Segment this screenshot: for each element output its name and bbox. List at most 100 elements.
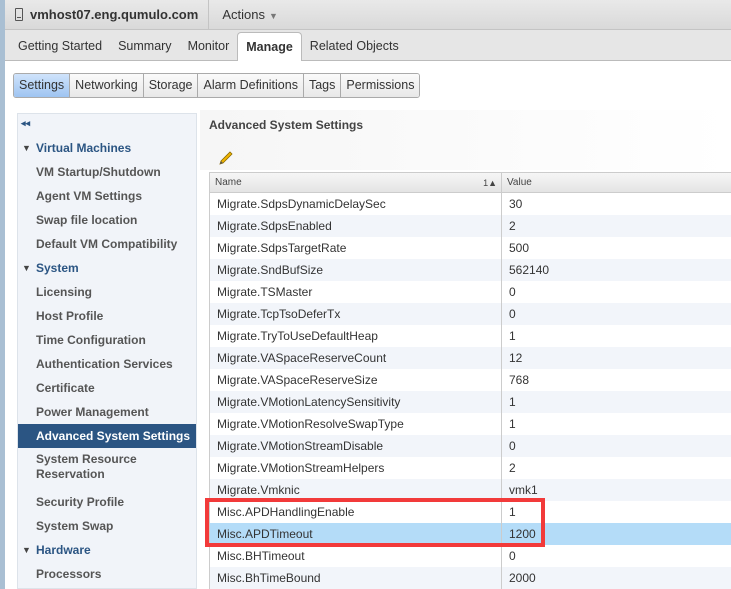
- sidebar-item-time-configuration[interactable]: Time Configuration: [18, 328, 196, 352]
- setting-value: 2: [509, 461, 516, 475]
- sidebar-item-label: Security Profile: [36, 495, 125, 509]
- table-row[interactable]: Migrate.VMotionStreamHelpers 2: [209, 457, 731, 479]
- sidebar-group-system[interactable]: ▼ System: [18, 256, 196, 280]
- subtab-tags[interactable]: Tags: [303, 74, 342, 97]
- expand-triangle-icon[interactable]: ▼: [22, 136, 31, 160]
- settings-subtabs: Settings Networking Storage Alarm Definitio…: [13, 73, 421, 98]
- sidebar-group-hardware[interactable]: ▼ Hardware: [18, 538, 196, 562]
- table-row[interactable]: Migrate.TryToUseDefaultHeap 1: [209, 325, 731, 347]
- sidebar-item-label: Power Management: [36, 405, 149, 419]
- main-tabs: Getting Started Summary Monitor Manage Relat…: [5, 30, 731, 61]
- table-row[interactable]: Misc.BhTimeBound 2000: [209, 567, 731, 589]
- setting-name: Migrate.SdpsEnabled: [210, 215, 502, 237]
- actions-menu[interactable]: Actions ▼: [209, 7, 278, 22]
- sidebar-item-host-profile[interactable]: Host Profile: [18, 304, 196, 328]
- column-header-name[interactable]: Name 1▲: [210, 173, 502, 192]
- edit-pencil-icon[interactable]: [218, 150, 234, 166]
- host-icon: [15, 8, 23, 21]
- table-row[interactable]: Migrate.SndBufSize 562140: [209, 259, 731, 281]
- sidebar-group-virtual-machines[interactable]: ▼ Virtual Machines: [18, 136, 196, 160]
- setting-name: Migrate.VASpaceReserveCount: [210, 347, 502, 369]
- sidebar-item-licensing[interactable]: Licensing: [18, 280, 196, 304]
- panel-title: Advanced System Settings: [209, 118, 364, 132]
- table-row[interactable]: Migrate.SdpsDynamicDelaySec 30: [209, 193, 731, 215]
- sidebar-item-system-swap[interactable]: System Swap: [18, 514, 196, 538]
- chevron-down-icon: ▼: [268, 11, 278, 21]
- sidebar-item-label: Time Configuration: [36, 333, 146, 347]
- sidebar-item-certificate[interactable]: Certificate: [18, 376, 196, 400]
- sidebar-item-system-resource-reservation[interactable]: System Resource Reservation: [18, 448, 196, 486]
- subtab-networking[interactable]: Networking: [70, 74, 144, 97]
- highlight-annotation-box: [205, 498, 545, 547]
- tab-summary[interactable]: Summary: [110, 32, 179, 60]
- setting-name: Migrate.TryToUseDefaultHeap: [210, 325, 502, 347]
- expand-triangle-icon[interactable]: ▼: [22, 538, 31, 562]
- sidebar-item-label: Advanced System Settings: [36, 429, 191, 443]
- setting-value: 0: [509, 307, 516, 321]
- table-row[interactable]: Migrate.TcpTsoDeferTx 0: [209, 303, 731, 325]
- setting-value: 500: [509, 241, 530, 255]
- sidebar-item-label: Hardware: [36, 543, 91, 557]
- setting-name: Misc.BhTimeBound: [210, 567, 502, 589]
- sidebar-item-advanced-system-settings[interactable]: Advanced System Settings: [18, 424, 196, 448]
- table-row[interactable]: Migrate.VMotionStreamDisable 0: [209, 435, 731, 457]
- sidebar-item-swap-file-location[interactable]: Swap file location: [18, 208, 196, 232]
- table-row[interactable]: Migrate.VASpaceReserveSize 768: [209, 369, 731, 391]
- actions-label: Actions: [222, 7, 265, 22]
- host-name: vmhost07.eng.qumulo.com: [30, 7, 199, 22]
- table-header: Name 1▲ Value: [209, 172, 731, 193]
- setting-name: Migrate.SdpsDynamicDelaySec: [210, 193, 502, 215]
- table-row[interactable]: Migrate.SdpsTargetRate 500: [209, 237, 731, 259]
- sidebar-item-label: Authentication Services: [36, 357, 173, 371]
- subtab-storage[interactable]: Storage: [143, 74, 199, 97]
- sidebar-item-label: Virtual Machines: [36, 141, 132, 155]
- setting-value: 12: [509, 351, 523, 365]
- sidebar-item-processors[interactable]: Processors: [18, 562, 196, 586]
- setting-name: Migrate.TcpTsoDeferTx: [210, 303, 502, 325]
- collapse-sidebar-icon[interactable]: ◂◂: [21, 118, 30, 129]
- expand-triangle-icon[interactable]: ▼: [22, 256, 31, 280]
- settings-sidebar: ◂◂ ▼ Virtual Machines VM Startup/Shutdown A…: [17, 113, 197, 589]
- setting-value: 768: [509, 373, 530, 387]
- setting-value: 562140: [509, 263, 550, 277]
- tab-related-objects[interactable]: Related Objects: [302, 32, 407, 60]
- sidebar-item-label: System Swap: [36, 519, 114, 533]
- sidebar-item-label: Default VM Compatibility: [36, 237, 178, 251]
- table-row[interactable]: Migrate.SdpsEnabled 2: [209, 215, 731, 237]
- setting-name: Misc.BHTimeout: [210, 545, 502, 567]
- setting-name: Migrate.TSMaster: [210, 281, 502, 303]
- setting-value: 2: [509, 219, 516, 233]
- tab-monitor[interactable]: Monitor: [180, 32, 238, 60]
- column-header-value[interactable]: Value: [502, 173, 532, 192]
- sidebar-item-power-management[interactable]: Power Management: [18, 400, 196, 424]
- sidebar-item-authentication-services[interactable]: Authentication Services: [18, 352, 196, 376]
- table-row[interactable]: Migrate.TSMaster 0: [209, 281, 731, 303]
- table-row[interactable]: Migrate.VASpaceReserveCount 12: [209, 347, 731, 369]
- subtab-settings[interactable]: Settings: [14, 74, 71, 97]
- sidebar-item-default-vm-compatibility[interactable]: Default VM Compatibility: [18, 232, 196, 256]
- sidebar-item-security-profile[interactable]: Security Profile: [18, 490, 196, 514]
- setting-name: Migrate.VMotionStreamDisable: [210, 435, 502, 457]
- setting-value: 0: [509, 549, 516, 563]
- sidebar-item-label: Certificate: [36, 381, 95, 395]
- table-row[interactable]: Migrate.VMotionResolveSwapType 1: [209, 413, 731, 435]
- setting-name: Migrate.VMotionLatencySensitivity: [210, 391, 502, 413]
- setting-value: 1: [509, 329, 516, 343]
- subtab-alarm-definitions[interactable]: Alarm Definitions: [198, 74, 304, 97]
- setting-name: Migrate.SdpsTargetRate: [210, 237, 502, 259]
- host-title: vmhost07.eng.qumulo.com: [5, 0, 210, 29]
- sidebar-item-label: Swap file location: [36, 213, 138, 227]
- sidebar-item-agent-vm-settings[interactable]: Agent VM Settings: [18, 184, 196, 208]
- setting-value: 0: [509, 439, 516, 453]
- table-row[interactable]: Migrate.VMotionLatencySensitivity 1: [209, 391, 731, 413]
- sidebar-item-vm-startup-shutdown[interactable]: VM Startup/Shutdown: [18, 160, 196, 184]
- setting-name: Migrate.VMotionStreamHelpers: [210, 457, 502, 479]
- subtab-permissions[interactable]: Permissions: [341, 74, 420, 97]
- tab-getting-started[interactable]: Getting Started: [10, 32, 110, 60]
- setting-name: Migrate.VASpaceReserveSize: [210, 369, 502, 391]
- setting-value: 1: [509, 395, 516, 409]
- tab-manage[interactable]: Manage: [237, 32, 302, 61]
- table-row[interactable]: Misc.BHTimeout 0: [209, 545, 731, 567]
- sidebar-item-label: Agent VM Settings: [36, 189, 143, 203]
- sidebar-item-label: Licensing: [36, 285, 93, 299]
